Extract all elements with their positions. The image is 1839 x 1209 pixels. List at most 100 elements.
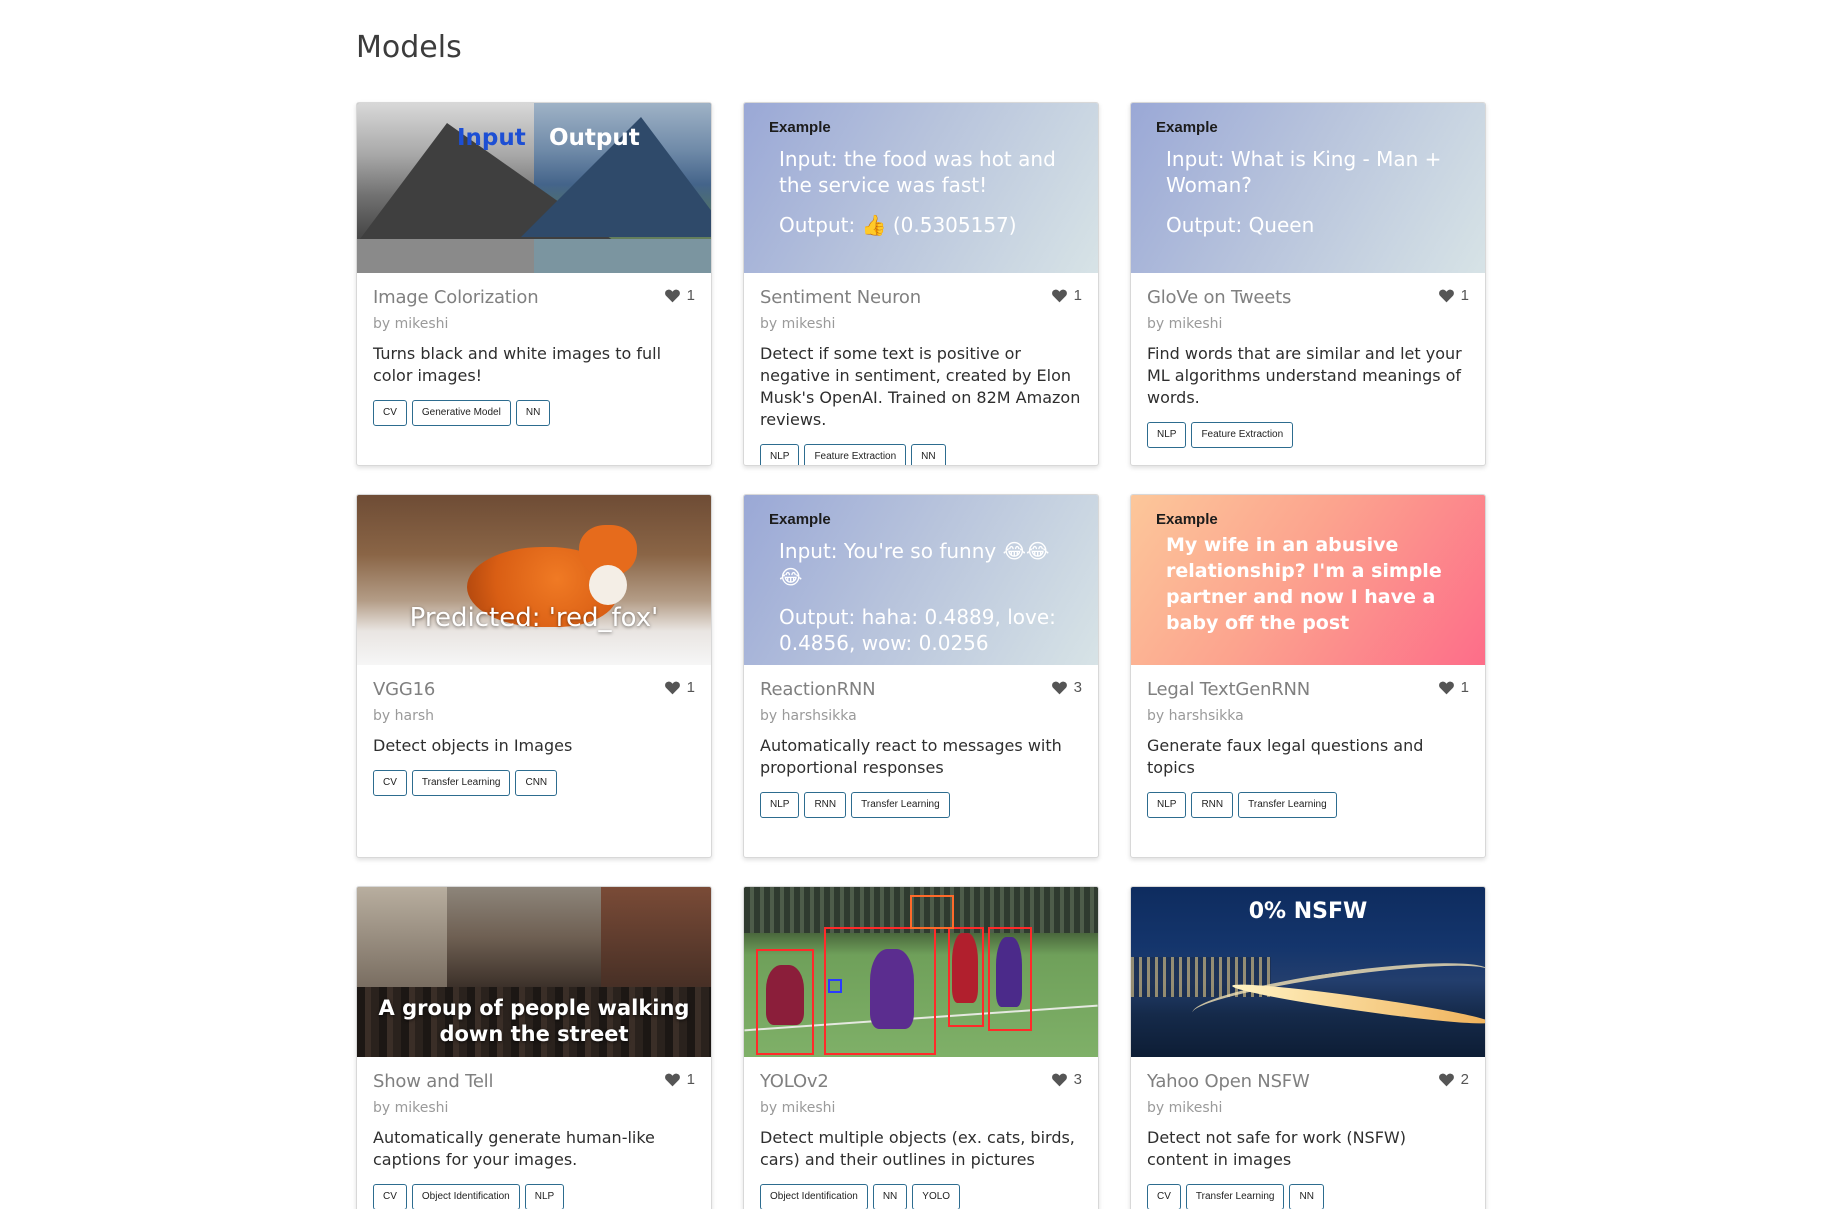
model-description: Generate faux legal questions and topics [1147, 736, 1424, 777]
like-count: 1 [1073, 287, 1082, 304]
tag-list: CV Object Identification NLP [373, 1184, 695, 1209]
example-label: Example [1156, 511, 1218, 528]
heart-icon [1438, 681, 1454, 695]
example-output: Output: Queen [1166, 213, 1315, 237]
tag[interactable]: NN [515, 400, 551, 426]
tag[interactable]: NN [872, 1184, 908, 1209]
tag[interactable]: RNN [804, 792, 847, 818]
tag[interactable]: NLP [1147, 422, 1187, 448]
model-title[interactable]: YOLOv2 [760, 1071, 1082, 1092]
model-title[interactable]: Sentiment Neuron [760, 287, 1082, 308]
model-card-reactionrnn[interactable]: Example Input: You're so funny 😂😂😂 Outpu… [743, 494, 1099, 858]
like-button[interactable]: 1 [664, 1071, 695, 1088]
like-button[interactable]: 1 [1438, 287, 1469, 304]
tag[interactable]: CV [1147, 1184, 1181, 1209]
tag[interactable]: NN [1289, 1184, 1324, 1209]
model-thumbnail: A group of people walking down the stree… [357, 887, 711, 1057]
model-author: by mikeshi [760, 1100, 836, 1116]
like-button[interactable]: 3 [1051, 679, 1082, 696]
model-thumbnail: Example Input: the food was hot and the … [744, 103, 1098, 273]
model-title[interactable]: Show and Tell [373, 1071, 695, 1092]
model-title[interactable]: Legal TextGenRNN [1147, 679, 1469, 700]
model-title[interactable]: Yahoo Open NSFW [1147, 1071, 1469, 1092]
like-count: 1 [686, 679, 695, 696]
model-description: Detect not safe for work (NSFW) content … [1147, 1128, 1406, 1169]
tag-list: CV Generative Model NN [373, 400, 695, 426]
tag[interactable]: Transfer Learning [411, 770, 511, 796]
like-count: 1 [686, 1071, 695, 1088]
tag[interactable]: Object Identification [760, 1184, 868, 1209]
like-button[interactable]: 1 [1051, 287, 1082, 304]
model-description: Automatically generate human-like captio… [373, 1128, 655, 1169]
tag[interactable]: Transfer Learning [1238, 792, 1337, 818]
model-card-vgg16[interactable]: Predicted: 'red_fox' VGG16 1 by harsh De… [356, 494, 712, 858]
tag[interactable]: Object Identification [411, 1184, 520, 1209]
heart-icon [664, 681, 680, 695]
tag[interactable]: CV [373, 770, 407, 796]
example-input: Input: What is King - Man + Woman? [1166, 147, 1442, 197]
tag-list: NLP Feature Extraction NN [760, 444, 1082, 465]
tag[interactable]: Transfer Learning [1185, 1184, 1285, 1209]
tag[interactable]: NLP [524, 1184, 565, 1209]
like-count: 2 [1460, 1071, 1469, 1088]
example-output: Output: haha: 0.4889, love: 0.4856, wow:… [779, 605, 1056, 655]
tag[interactable]: YOLO [912, 1184, 961, 1209]
model-thumbnail: 0% NSFW [1131, 887, 1485, 1057]
model-thumbnail: Predicted: 'red_fox' [357, 495, 711, 665]
like-count: 1 [686, 287, 695, 304]
model-card-yahoo-open-nsfw[interactable]: 0% NSFW Yahoo Open NSFW 2 by mikeshi Det… [1130, 886, 1486, 1209]
example-input: Input: You're so funny 😂😂😂 [779, 539, 1050, 589]
like-button[interactable]: 1 [664, 679, 695, 696]
tag-list: NLP RNN Transfer Learning [1147, 792, 1469, 818]
tag[interactable]: NLP [760, 444, 800, 465]
example-label: Example [1156, 119, 1218, 136]
like-count: 1 [1460, 287, 1469, 304]
tag[interactable]: RNN [1191, 792, 1234, 818]
model-card-show-and-tell[interactable]: A group of people walking down the stree… [356, 886, 712, 1209]
tag[interactable]: CV [373, 1184, 407, 1209]
model-card-yolov2[interactable]: YOLOv2 3 by mikeshi Detect multiple obje… [743, 886, 1099, 1209]
model-author: by mikeshi [373, 316, 449, 332]
model-title[interactable]: Image Colorization [373, 287, 695, 308]
like-count: 3 [1073, 679, 1082, 696]
like-button[interactable]: 1 [1438, 679, 1469, 696]
like-button[interactable]: 1 [664, 287, 695, 304]
heart-icon [664, 289, 680, 303]
tag[interactable]: NN [911, 444, 946, 465]
model-description: Turns black and white images to full col… [373, 344, 662, 385]
model-title[interactable]: VGG16 [373, 679, 695, 700]
thumbnail-caption: 0% NSFW [1248, 899, 1368, 924]
heart-icon [1051, 1073, 1067, 1087]
like-button[interactable]: 3 [1051, 1071, 1082, 1088]
model-author: by mikeshi [1147, 316, 1223, 332]
tag[interactable]: CV [373, 400, 407, 426]
tag[interactable]: Feature Extraction [1191, 422, 1294, 448]
tag[interactable]: Generative Model [411, 400, 511, 426]
model-description: Detect objects in Images [373, 736, 573, 755]
model-title[interactable]: GloVe on Tweets [1147, 287, 1469, 308]
model-description: Detect multiple objects (ex. cats, birds… [760, 1128, 1075, 1169]
like-button[interactable]: 2 [1438, 1071, 1469, 1088]
tag[interactable]: NLP [1147, 792, 1187, 818]
heart-icon [664, 1073, 680, 1087]
example-output: Output: 👍 (0.5305157) [779, 213, 1017, 237]
thumbnail-input-label: Input [457, 125, 526, 151]
tag[interactable]: CNN [515, 770, 558, 796]
model-card-legal-textgenrnn[interactable]: Example My wife in an abusive relationsh… [1130, 494, 1486, 858]
model-thumbnail: Example Input: You're so funny 😂😂😂 Outpu… [744, 495, 1098, 665]
tag[interactable]: Transfer Learning [851, 792, 950, 818]
models-grid: Input Output Image Colorization 1 by mik… [356, 102, 1486, 1209]
model-card-image-colorization[interactable]: Input Output Image Colorization 1 by mik… [356, 102, 712, 466]
model-card-glove-on-tweets[interactable]: Example Input: What is King - Man + Woma… [1130, 102, 1486, 466]
heart-icon [1438, 1073, 1454, 1087]
tag[interactable]: NLP [760, 792, 800, 818]
heart-icon [1051, 681, 1067, 695]
model-author: by harshsikka [760, 708, 857, 724]
thumbnail-output-label: Output [549, 125, 640, 151]
model-description: Find words that are similar and let your… [1147, 344, 1462, 407]
tag[interactable]: Feature Extraction [804, 444, 907, 465]
example-input: Input: the food was hot and the service … [779, 147, 1056, 197]
model-title[interactable]: ReactionRNN [760, 679, 1082, 700]
model-card-sentiment-neuron[interactable]: Example Input: the food was hot and the … [743, 102, 1099, 466]
tag-list: NLP RNN Transfer Learning [760, 792, 1082, 818]
